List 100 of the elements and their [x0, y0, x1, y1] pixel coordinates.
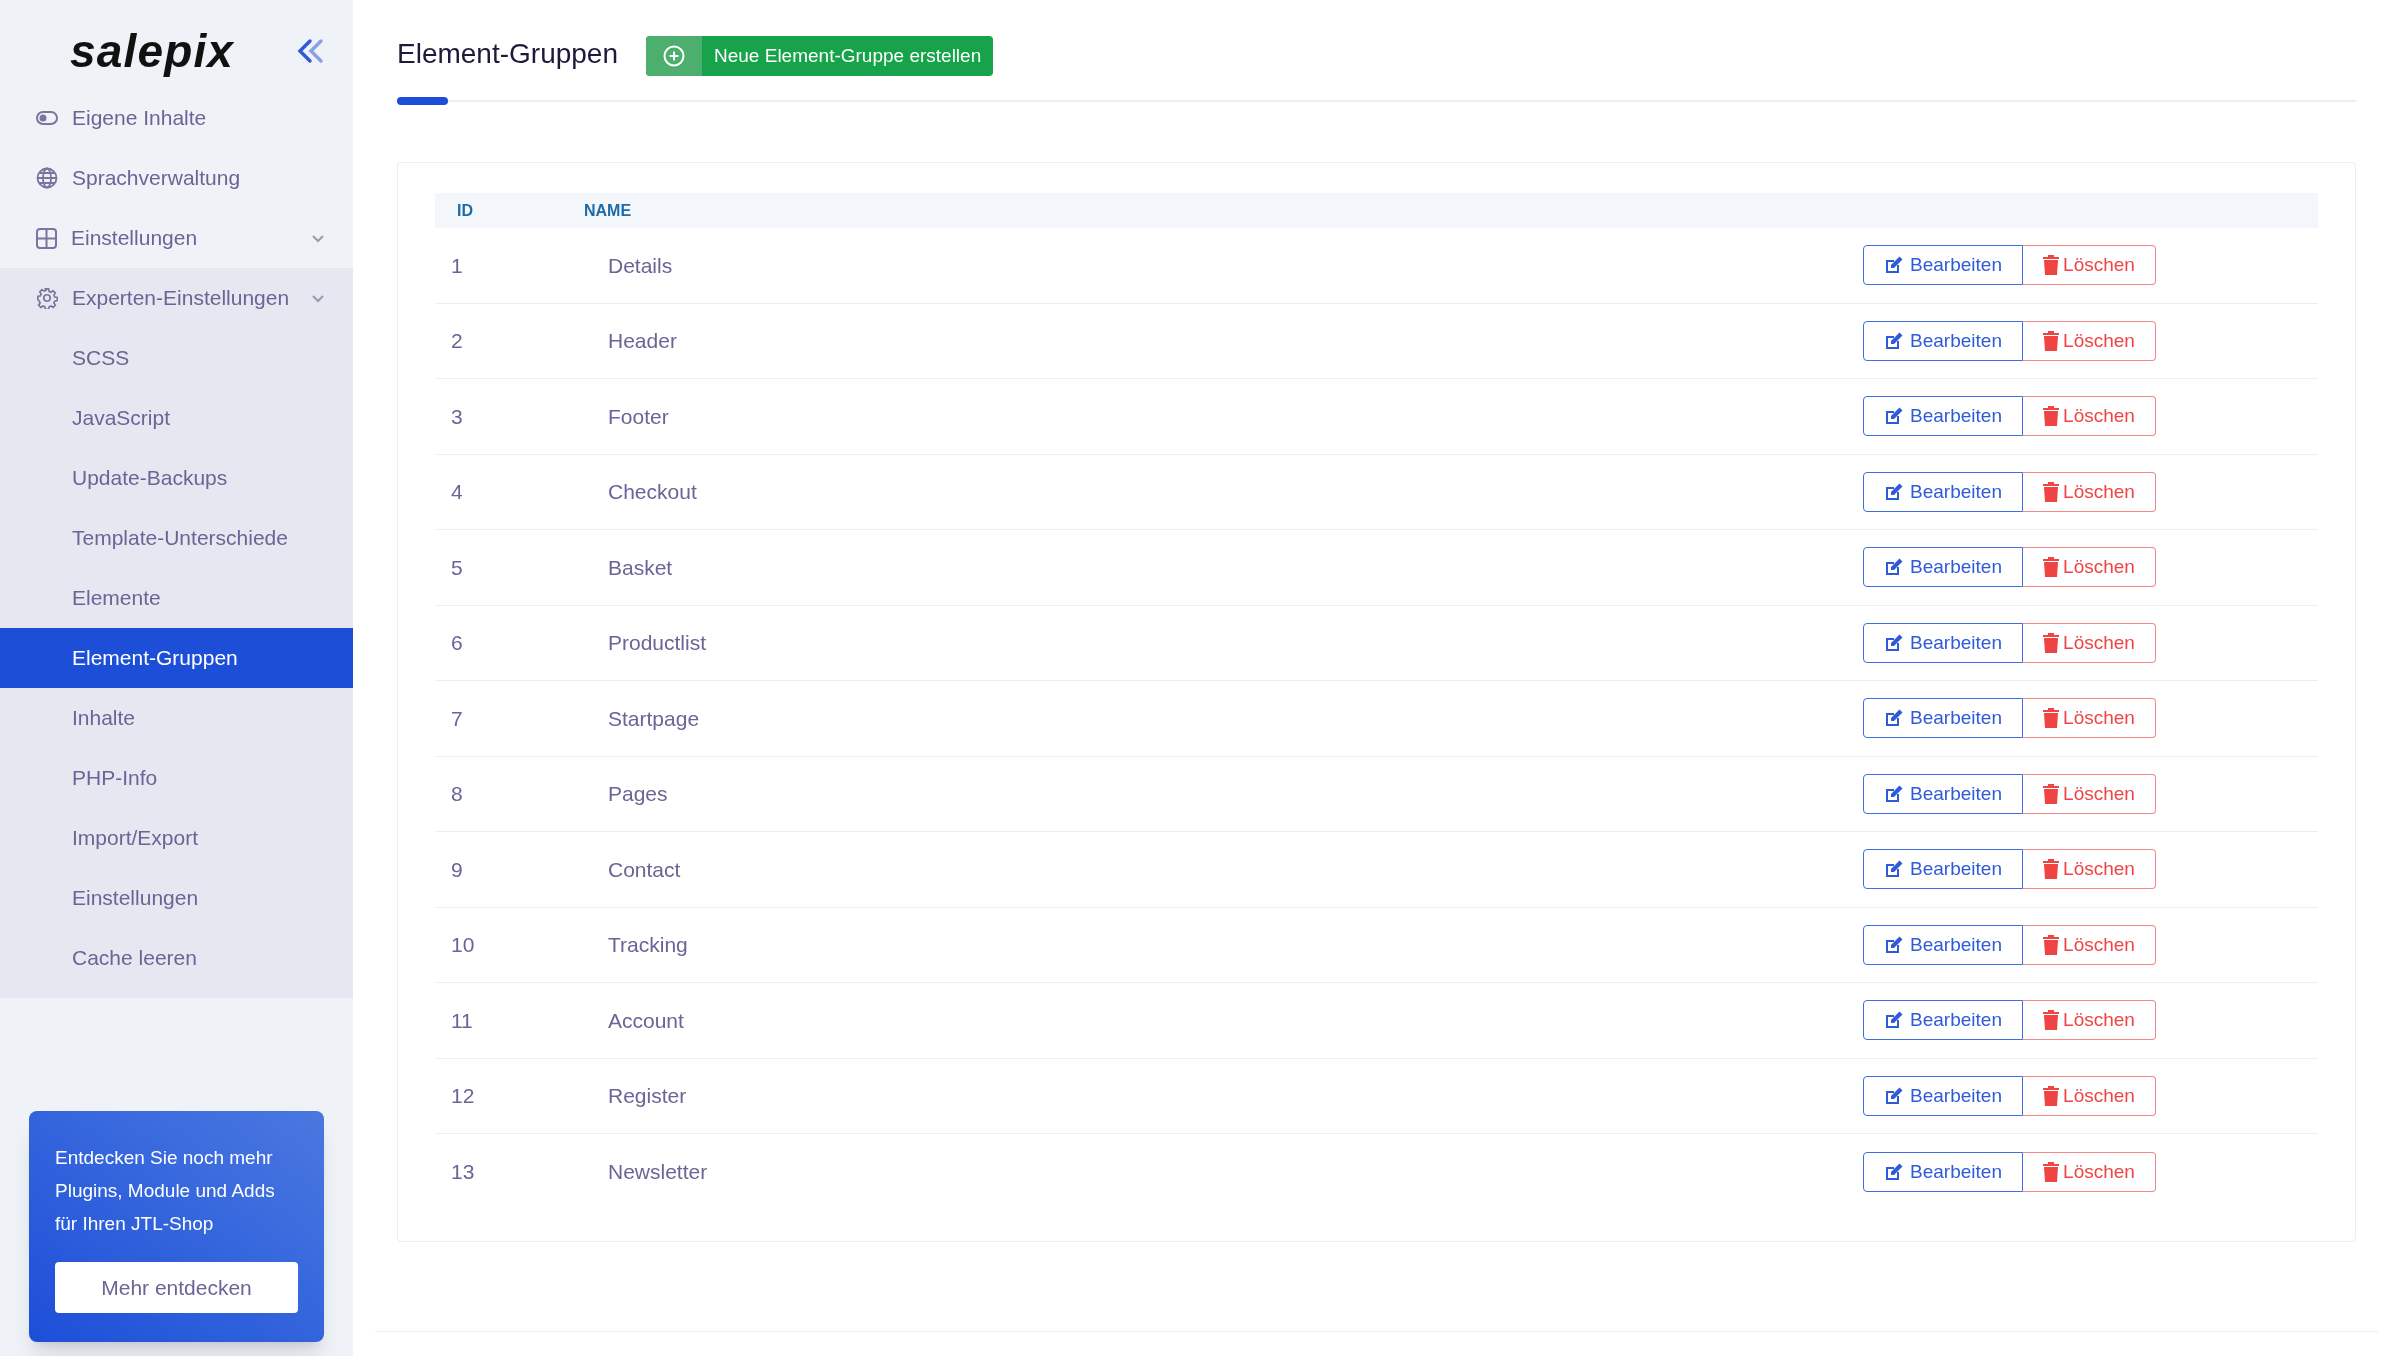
sidebar-subitem[interactable]: Cache leeren: [0, 928, 353, 988]
delete-button[interactable]: Löschen: [2023, 547, 2156, 588]
trash-icon: [2043, 330, 2060, 351]
table-cell-text: Tracking: [608, 932, 689, 958]
table-cell-text: 5: [450, 554, 464, 581]
edit-button[interactable]: Bearbeiten: [1863, 547, 2023, 588]
edit-icon: [1884, 1161, 1905, 1182]
edit-icon: [1884, 255, 1905, 276]
sidebar-item[interactable]: Einstellungen: [0, 208, 353, 268]
delete-button[interactable]: Löschen: [2023, 924, 2156, 965]
table-cell-text: Contact: [608, 856, 682, 883]
create-group-button[interactable]: Neue Element-Gruppe erstellen: [646, 36, 994, 76]
edit-icon: [1884, 934, 1905, 955]
delete-button[interactable]: Löschen: [2023, 1000, 2156, 1041]
delete-button[interactable]: Löschen: [2023, 1075, 2156, 1116]
table-cell-text: 2: [450, 328, 464, 354]
sidebar-subitem[interactable]: Einstellungen: [0, 868, 353, 928]
trash-icon: [2043, 557, 2060, 578]
edit-button[interactable]: Bearbeiten: [1863, 773, 2023, 814]
edit-button[interactable]: Bearbeiten: [1863, 471, 2023, 512]
delete-button[interactable]: Löschen: [2023, 773, 2156, 814]
sidebar-subitem[interactable]: Inhalte: [0, 688, 353, 748]
trash-icon: [2043, 1010, 2060, 1031]
sidebar-subitem[interactable]: Update-Backups: [0, 448, 353, 508]
sidebar-item[interactable]: Sprachverwaltung: [0, 148, 353, 208]
trash-icon: [2043, 934, 2060, 955]
table-cell-text: 1: [450, 252, 464, 279]
edit-button[interactable]: Bearbeiten: [1863, 924, 2023, 965]
promo-text: Entdecken Sie noch mehr Plugins, Module und Adds für Ihren JTL-Shop: [55, 1146, 276, 1236]
table-cell-text: 6: [450, 630, 464, 656]
discover-button[interactable]: Mehr entdecken: [55, 1262, 298, 1313]
table-cell-text: 9: [450, 856, 464, 883]
edit-button[interactable]: Bearbeiten: [1863, 1000, 2023, 1041]
trash-icon: [2043, 255, 2060, 276]
edit-button[interactable]: Bearbeiten: [1863, 320, 2023, 361]
chevron-icon: [311, 233, 325, 243]
delete-button[interactable]: Löschen: [2023, 320, 2156, 361]
table-cell-text: Newsletter: [608, 1159, 709, 1185]
edit-icon: [1884, 406, 1905, 427]
sidebar-subitem[interactable]: Element-Gruppen: [0, 628, 353, 688]
sidebar-subitem[interactable]: Elemente: [0, 568, 353, 628]
table-cell-text: Header: [608, 328, 678, 354]
delete-button[interactable]: Löschen: [2023, 396, 2156, 437]
table-cell-text: Pages: [608, 781, 669, 807]
edit-icon: [1884, 1010, 1905, 1031]
delete-button[interactable]: Löschen: [2023, 471, 2156, 512]
sidebar-item[interactable]: Eigene Inhalte: [0, 88, 353, 148]
trash-icon: [2043, 859, 2060, 880]
delete-button[interactable]: Löschen: [2023, 1151, 2156, 1192]
sidebar-subitem[interactable]: Import/Export: [0, 808, 353, 868]
trash-icon: [2043, 406, 2060, 427]
table-cell-text: 12: [450, 1083, 476, 1109]
sidebar-subitem[interactable]: SCSS: [0, 328, 353, 388]
table-cell-text: Account: [608, 1007, 685, 1034]
table-cell-text: Startpage: [608, 705, 701, 732]
trash-icon: [2043, 783, 2060, 804]
edit-button[interactable]: Bearbeiten: [1863, 396, 2023, 437]
table-cell-text: Basket: [608, 554, 674, 581]
sidebar-subitem[interactable]: PHP-Info: [0, 748, 353, 808]
table-cell-text: Footer: [608, 403, 670, 430]
sidebar-subitem[interactable]: JavaScript: [0, 388, 353, 448]
table-cell-text: Checkout: [608, 479, 698, 505]
edit-button[interactable]: Bearbeiten: [1863, 849, 2023, 890]
chevron-icon: [311, 293, 325, 303]
table-cell-text: 4: [450, 479, 464, 505]
edit-button[interactable]: Bearbeiten: [1863, 698, 2023, 739]
globe-icon: [36, 167, 58, 189]
edit-icon: [1884, 632, 1905, 653]
column-header: NAME: [584, 200, 632, 221]
table-cell-text: Productlist: [608, 630, 708, 656]
table-cell-text: 11: [450, 1007, 474, 1034]
delete-button[interactable]: Löschen: [2023, 849, 2156, 890]
table-cell-text: 7: [450, 705, 464, 732]
table-cell-text: Register: [608, 1083, 688, 1109]
edit-button[interactable]: Bearbeiten: [1863, 245, 2023, 286]
edit-icon: [1884, 1085, 1905, 1106]
column-header: ID: [456, 200, 474, 221]
trash-icon: [2043, 1161, 2060, 1182]
edit-icon: [1884, 859, 1905, 880]
edit-button[interactable]: Bearbeiten: [1863, 622, 2023, 663]
sidebar-subitem[interactable]: Template-Unterschiede: [0, 508, 353, 568]
collapse-icon[interactable]: [295, 36, 325, 66]
delete-button[interactable]: Löschen: [2023, 622, 2156, 663]
sidebar-item[interactable]: Experten-Einstellungen: [0, 268, 353, 328]
edit-icon: [1884, 708, 1905, 729]
plus-circle-icon: [663, 45, 685, 67]
trash-icon: [2043, 632, 2060, 653]
edit-icon: [1884, 783, 1905, 804]
page-title: Element-Gruppen: [397, 40, 618, 71]
trash-icon: [2043, 1085, 2060, 1106]
edit-icon: [1884, 330, 1905, 351]
edit-button[interactable]: Bearbeiten: [1863, 1151, 2023, 1192]
delete-button[interactable]: Löschen: [2023, 245, 2156, 286]
delete-button[interactable]: Löschen: [2023, 698, 2156, 739]
edit-icon: [1884, 481, 1905, 502]
table-cell-text: 13: [450, 1159, 476, 1185]
trash-icon: [2043, 481, 2060, 502]
trash-icon: [2043, 708, 2060, 729]
table-cell-text: Details: [608, 252, 674, 279]
edit-button[interactable]: Bearbeiten: [1863, 1075, 2023, 1116]
